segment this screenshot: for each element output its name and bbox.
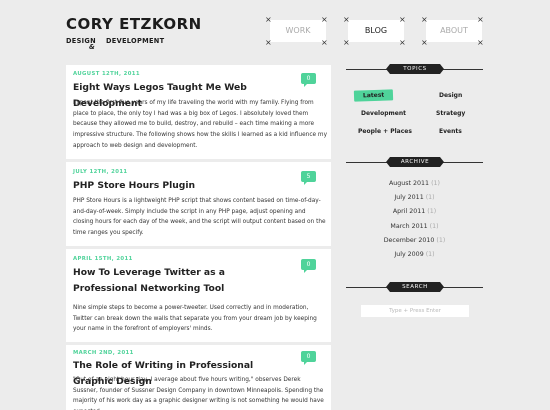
post-excerpt: PHP Store Hours is a lightweight PHP scr… (73, 198, 326, 237)
archive-month: July 2011 (394, 194, 424, 201)
post-date: AUGUST 12TH, 2011 (73, 71, 140, 77)
archive-month: March 2011 (390, 223, 428, 230)
topic-development[interactable]: Development (361, 110, 406, 117)
post-excerpt: Nine simple steps to become a power-twee… (73, 305, 317, 333)
nav-corner-mark-icon: × (265, 15, 272, 24)
topic-people-places[interactable]: People + Places (358, 128, 412, 135)
topic-latest[interactable]: Latest (353, 89, 394, 102)
archive-link-july-2011[interactable]: July 2011 (1) (346, 194, 483, 201)
post-date: APRIL 15TH, 2011 (73, 256, 133, 262)
topic-strategy[interactable]: Strategy (436, 110, 465, 117)
nav-blog[interactable]: BLOG (348, 20, 404, 42)
topic-events[interactable]: Events (439, 128, 462, 135)
nav-corner-mark-icon: × (477, 38, 484, 47)
post-divider (66, 246, 331, 249)
archive-count: (1) (429, 223, 439, 230)
topic-design[interactable]: Design (439, 92, 462, 99)
post-excerpt: "Out of an eight hour day, I average abo… (73, 377, 324, 410)
archive-link-december-2010[interactable]: December 2010 (1) (346, 237, 483, 244)
nav-corner-mark-icon: × (399, 15, 406, 24)
post-date: JULY 12TH, 2011 (73, 169, 128, 175)
logo-tagline: DESIGN & DEVELOPMENT (66, 34, 202, 51)
post-list: AUGUST 12TH, 2011 Eight Ways Legos Taugh… (66, 65, 331, 410)
nav-corner-mark-icon: × (321, 38, 328, 47)
archive-link-march-2011[interactable]: March 2011 (1) (346, 223, 483, 230)
comment-count-badge[interactable]: 0 (301, 351, 316, 365)
archive-month: July 2009 (394, 251, 424, 258)
nav-corner-mark-icon: × (321, 15, 328, 24)
post-date: MARCH 2ND, 2011 (73, 350, 134, 356)
nav-work[interactable]: WORK (270, 20, 326, 42)
archive-month: April 2011 (392, 208, 426, 215)
comment-count-badge[interactable]: 0 (301, 259, 316, 273)
archive-count: (1) (425, 251, 435, 258)
archive-heading: ARCHIVE (386, 157, 444, 167)
comment-count-badge[interactable]: 5 (301, 171, 316, 185)
logo-ampersand: & (89, 43, 96, 51)
archive-month: December 2010 (383, 237, 435, 244)
search-heading: SEARCH (386, 282, 444, 292)
logo-development-text: DEVELOPMENT (106, 37, 165, 45)
nav-corner-mark-icon: × (477, 15, 484, 24)
archive-count: (1) (427, 208, 437, 215)
nav-corner-mark-icon: × (399, 38, 406, 47)
archive-month: August 2011 (388, 180, 430, 187)
post-title-link[interactable]: PHP Store Hours Plugin (73, 178, 288, 194)
archive-link-april-2011[interactable]: April 2011 (1) (346, 208, 483, 215)
archive-count: (1) (431, 180, 440, 187)
archive-count: (1) (436, 237, 446, 244)
nav-corner-mark-icon: × (343, 15, 350, 24)
search-input[interactable] (361, 305, 469, 317)
post-divider (66, 159, 331, 162)
comment-count-badge[interactable]: 0 (301, 73, 316, 87)
post-excerpt: I spent the first five years of my life … (73, 100, 327, 149)
nav-corner-mark-icon: × (421, 38, 428, 47)
nav-corner-mark-icon: × (265, 38, 272, 47)
archive-link-august-2011[interactable]: August 2011 (1) (346, 180, 483, 187)
nav-corner-mark-icon: × (343, 38, 350, 47)
logo-name: CORY ETZKORN (66, 15, 202, 33)
post-divider (66, 342, 331, 345)
site-logo[interactable]: CORY ETZKORN DESIGN & DEVELOPMENT (66, 15, 202, 51)
post-title-link[interactable]: How To Leverage Twitter as a Professiona… (73, 265, 253, 297)
archive-link-july-2009[interactable]: July 2009 (1) (346, 251, 483, 258)
topics-heading: TOPICS (386, 64, 444, 74)
nav-corner-mark-icon: × (421, 15, 428, 24)
archive-count: (1) (425, 194, 435, 201)
nav-about[interactable]: ABOUT (426, 20, 482, 42)
